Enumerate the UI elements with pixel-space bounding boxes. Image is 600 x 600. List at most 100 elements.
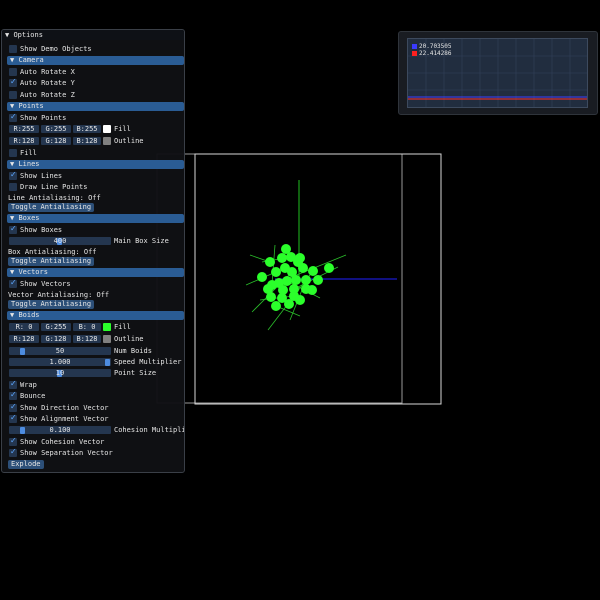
main-box-size-slider[interactable]: 400 xyxy=(9,237,111,245)
show-boxes-checkbox[interactable] xyxy=(9,224,17,234)
points-fill-swatch[interactable] xyxy=(103,125,111,133)
box-toggle-aa-button[interactable]: Toggle Antialiasing xyxy=(8,257,95,266)
explode-button[interactable]: Explode xyxy=(8,460,44,469)
legend-swatch-red xyxy=(412,51,417,56)
point-size-slider[interactable]: 10 xyxy=(9,369,111,377)
points-fill-g[interactable]: G:255 xyxy=(41,125,71,133)
plot-area[interactable]: 20.703505 22.414286 xyxy=(407,38,588,108)
show-lines-checkbox[interactable] xyxy=(9,170,17,180)
points-outline-swatch[interactable] xyxy=(103,137,111,145)
show-boxes-label: Show Boxes xyxy=(20,226,63,234)
points-fill-b[interactable]: B:255 xyxy=(73,125,101,133)
wrap-checkbox[interactable] xyxy=(9,379,17,389)
show-separation-label: Show Separation Vector xyxy=(20,449,113,457)
points-outline-label: Outline xyxy=(114,137,144,145)
points-header[interactable]: ▼ Points xyxy=(7,102,184,111)
plot-window[interactable]: 20.703505 22.414286 xyxy=(398,31,598,115)
boids-fill-g[interactable]: G:255 xyxy=(41,323,71,331)
boids-fill-swatch[interactable] xyxy=(103,323,111,331)
num-boids-slider[interactable]: 50 xyxy=(9,347,111,355)
legend-swatch-blue xyxy=(412,44,417,49)
show-vectors-checkbox[interactable] xyxy=(9,278,17,288)
camera-header[interactable]: ▼ Camera xyxy=(7,56,184,65)
speed-multiplier-label: Speed Multiplier xyxy=(114,358,182,366)
num-boids-value: 50 xyxy=(55,347,65,355)
plot-legend: 20.703505 22.414286 xyxy=(412,43,452,57)
auto-rotate-y-label: Auto Rotate Y xyxy=(20,79,75,87)
cohesion-slider[interactable]: 0.100 xyxy=(9,426,111,434)
auto-rotate-y-checkbox[interactable] xyxy=(9,77,17,87)
num-boids-label: Num Boids xyxy=(114,347,152,355)
wrap-label: Wrap xyxy=(20,381,37,389)
show-lines-label: Show Lines xyxy=(20,172,63,180)
boid-point xyxy=(257,272,267,282)
boid-point xyxy=(291,275,301,285)
boid-point xyxy=(281,244,291,254)
show-separation-checkbox[interactable] xyxy=(9,447,17,457)
auto-rotate-z-checkbox[interactable] xyxy=(9,91,17,99)
boid-point xyxy=(265,257,275,267)
boids-outline-g[interactable]: G:128 xyxy=(41,335,71,343)
boids-fill-label: Fill xyxy=(114,323,131,331)
auto-rotate-z-label: Auto Rotate Z xyxy=(20,91,75,99)
bounce-checkbox[interactable] xyxy=(9,390,17,400)
speed-multiplier-slider[interactable]: 1.000 xyxy=(9,358,111,366)
boids-header[interactable]: ▼ Boids xyxy=(7,311,184,320)
show-points-checkbox[interactable] xyxy=(9,112,17,122)
boxes-header[interactable]: ▼ Boxes xyxy=(7,214,184,223)
boids-fill-r[interactable]: R: 0 xyxy=(9,323,39,331)
lines-header[interactable]: ▼ Lines xyxy=(7,160,184,169)
boid-point xyxy=(307,285,317,295)
show-direction-label: Show Direction Vector xyxy=(20,404,109,412)
boid-flock xyxy=(257,244,334,311)
boid-point xyxy=(284,299,294,309)
cohesion-grab[interactable] xyxy=(20,426,25,434)
points-outline-b[interactable]: B:128 xyxy=(73,137,101,145)
points-fill-checkbox[interactable] xyxy=(9,149,17,157)
show-direction-checkbox[interactable] xyxy=(9,402,17,412)
show-vectors-label: Show Vectors xyxy=(20,280,71,288)
bounce-label: Bounce xyxy=(20,392,46,400)
draw-line-points-checkbox[interactable] xyxy=(9,183,17,191)
show-demo-checkbox[interactable] xyxy=(9,45,17,53)
box-aa-status: Box Antialiasing: Off xyxy=(8,248,97,256)
boid-point xyxy=(313,275,323,285)
speed-multiplier-value: 1.000 xyxy=(49,358,71,366)
boid-point xyxy=(271,267,281,277)
boid-point xyxy=(271,301,281,311)
vectors-header[interactable]: ▼ Vectors xyxy=(7,268,184,277)
boids-fill-b[interactable]: B: 0 xyxy=(73,323,101,331)
boid-point xyxy=(298,263,308,273)
cohesion-value: 0.100 xyxy=(49,426,71,434)
draw-line-points-label: Draw Line Points xyxy=(20,183,88,191)
boid-point xyxy=(301,275,311,285)
main-box-size-label: Main Box Size xyxy=(114,237,169,245)
line-aa-status: Line Antialiasing: Off xyxy=(8,194,101,202)
points-outline-g[interactable]: G:128 xyxy=(41,137,71,145)
vector-aa-status: Vector Antialiasing: Off xyxy=(8,291,110,299)
show-alignment-checkbox[interactable] xyxy=(9,413,17,423)
show-cohesion-checkbox[interactable] xyxy=(9,436,17,446)
boid-point xyxy=(308,266,318,276)
line-toggle-aa-button[interactable]: Toggle Antialiasing xyxy=(8,203,95,212)
num-boids-grab[interactable] xyxy=(20,347,25,355)
boid-point xyxy=(277,253,287,263)
options-window[interactable]: ▼ Options Show Demo Objects ▼ Camera Aut… xyxy=(1,29,185,473)
vector-toggle-aa-button[interactable]: Toggle Antialiasing xyxy=(8,300,95,309)
boid-point xyxy=(324,263,334,273)
legend-entry-red: 22.414286 xyxy=(412,50,452,57)
show-points-label: Show Points xyxy=(20,114,67,122)
points-fill-toggle-label: Fill xyxy=(20,149,37,157)
points-outline-r[interactable]: R:128 xyxy=(9,137,39,145)
boid-point xyxy=(295,253,305,263)
boids-outline-swatch[interactable] xyxy=(103,335,111,343)
boids-outline-r[interactable]: R:128 xyxy=(9,335,39,343)
auto-rotate-x-checkbox[interactable] xyxy=(9,68,17,76)
speed-multiplier-grab[interactable] xyxy=(105,358,110,366)
points-fill-r[interactable]: R:255 xyxy=(9,125,39,133)
point-size-value: 10 xyxy=(55,369,65,377)
main-box-size-value: 400 xyxy=(53,237,67,245)
boids-outline-b[interactable]: B:128 xyxy=(73,335,101,343)
options-titlebar[interactable]: ▼ Options xyxy=(2,30,184,40)
legend-entry-blue: 20.703505 xyxy=(412,43,452,50)
